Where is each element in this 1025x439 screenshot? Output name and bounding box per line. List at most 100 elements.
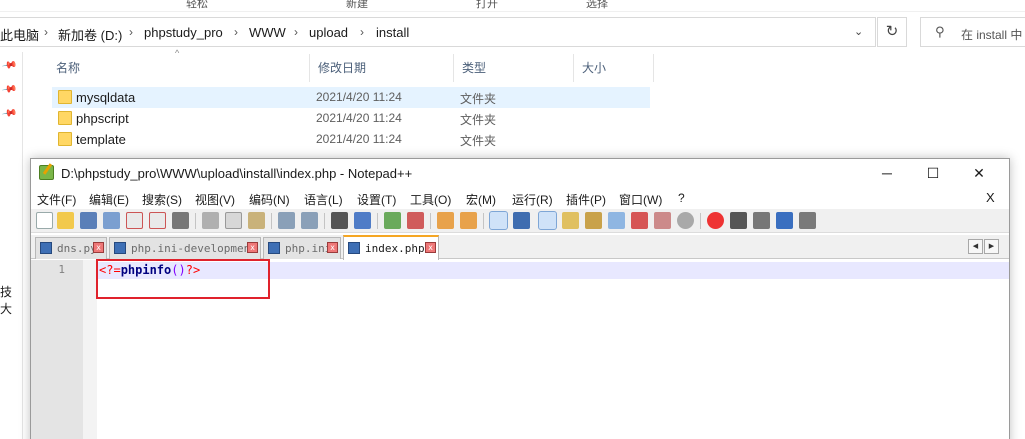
eye-icon[interactable] [677, 212, 694, 229]
tab-php-ini[interactable]: php.ini x [263, 237, 341, 259]
copy-icon[interactable] [225, 212, 242, 229]
file-name: template [76, 132, 126, 147]
menu-plugins[interactable]: 插件(P) [566, 191, 606, 208]
breadcrumb-www[interactable]: WWW [249, 25, 286, 40]
ribbon-item[interactable]: 选择 [586, 0, 608, 11]
breadcrumb-install[interactable]: install [376, 25, 409, 40]
tab-index-php[interactable]: index.php x [343, 235, 439, 260]
chevron-right-icon[interactable]: › [129, 25, 133, 39]
sync-horizontal-icon[interactable] [460, 212, 477, 229]
sync-vertical-icon[interactable] [437, 212, 454, 229]
column-header-date[interactable]: 修改日期 [310, 54, 454, 82]
breadcrumb-phpstudy[interactable]: phpstudy_pro [144, 25, 223, 40]
open-file-icon[interactable] [57, 212, 74, 229]
refresh-button[interactable]: ↻ [877, 17, 907, 47]
file-type: 文件夹 [460, 134, 497, 148]
column-header-type[interactable]: 类型 [454, 54, 574, 82]
menu-language[interactable]: 语言(L) [304, 191, 343, 208]
tab-scroll-left-icon[interactable]: ◀ [968, 239, 983, 254]
breadcrumb-this-pc[interactable]: 此电脑 [0, 25, 39, 44]
menu-help[interactable]: ? [678, 191, 685, 205]
maximize-button[interactable]: ☐ [910, 159, 956, 187]
menu-file[interactable]: 文件(F) [37, 191, 76, 208]
function-list-icon[interactable] [608, 212, 625, 229]
file-row[interactable]: phpscript 2021/4/20 11:24 文件夹 [52, 108, 650, 129]
monitoring-icon[interactable] [654, 212, 671, 229]
record-macro-icon[interactable] [707, 212, 724, 229]
search-placeholder: 在 install 中 [961, 28, 1023, 42]
save-icon[interactable] [80, 212, 97, 229]
redo-icon[interactable] [301, 212, 318, 229]
chevron-right-icon[interactable]: › [294, 25, 298, 39]
menu-edit[interactable]: 编辑(E) [89, 191, 129, 208]
menu-close-document[interactable]: X [986, 190, 995, 205]
file-name: mysqldata [76, 90, 136, 105]
user-language-icon[interactable] [562, 212, 579, 229]
close-tab-icon[interactable]: x [425, 242, 436, 253]
title-bar[interactable]: D:\phpstudy_pro\WWW\upload\install\index… [31, 159, 1009, 187]
close-button[interactable]: ✕ [956, 159, 1002, 187]
pin-icon[interactable]: 📌 [1, 105, 18, 121]
tab-label: php.ini [285, 242, 332, 255]
tab-scroll-right-icon[interactable]: ▶ [984, 239, 999, 254]
undo-icon[interactable] [278, 212, 295, 229]
zoom-out-icon[interactable] [407, 212, 424, 229]
nav-item-label[interactable]: 技大 [0, 283, 22, 317]
save-all-icon[interactable] [103, 212, 120, 229]
menu-settings[interactable]: 设置(T) [357, 191, 396, 208]
menu-view[interactable]: 视图(V) [195, 191, 235, 208]
document-map-icon[interactable] [585, 212, 602, 229]
tab-dns-py[interactable]: dns.py x [35, 237, 107, 259]
close-tab-icon[interactable]: x [327, 242, 338, 253]
pin-icon[interactable]: 📌 [1, 57, 18, 73]
folder-as-workspace-icon[interactable] [631, 212, 648, 229]
breadcrumb-upload[interactable]: upload [309, 25, 348, 40]
chevron-right-icon[interactable]: › [44, 25, 48, 39]
column-header-size[interactable]: 大小 [574, 54, 654, 82]
breadcrumb-drive[interactable]: 新加卷 (D:) [58, 25, 122, 44]
close-tab-icon[interactable]: x [247, 242, 258, 253]
menu-bar: 文件(F) 编辑(E) 搜索(S) 视图(V) 编码(N) 语言(L) 设置(T… [31, 187, 1009, 209]
fold-margin[interactable] [83, 260, 97, 439]
find-icon[interactable] [331, 212, 348, 229]
ribbon-item[interactable]: 轻松 [186, 0, 208, 11]
file-row[interactable]: template 2021/4/20 11:24 文件夹 [52, 129, 650, 150]
word-wrap-icon[interactable] [489, 211, 508, 230]
editor-area[interactable]: 1 <?=phpinfo()?> [31, 259, 1009, 439]
minimize-button[interactable]: ─ [864, 159, 910, 187]
menu-macro[interactable]: 宏(M) [466, 191, 496, 208]
zoom-in-icon[interactable] [384, 212, 401, 229]
tab-php-ini-development[interactable]: php.ini-development x [109, 237, 261, 259]
ribbon-item[interactable]: 打开 [476, 0, 498, 11]
save-macro-icon[interactable] [799, 212, 816, 229]
close-all-icon[interactable] [149, 212, 166, 229]
menu-encoding[interactable]: 编码(N) [249, 191, 290, 208]
menu-tools[interactable]: 工具(O) [410, 191, 451, 208]
search-input[interactable]: ⚲ 在 install 中 [920, 17, 1025, 47]
menu-window[interactable]: 窗口(W) [619, 191, 662, 208]
new-file-icon[interactable] [36, 212, 53, 229]
address-bar[interactable]: 此电脑 › 新加卷 (D:) › phpstudy_pro › WWW › up… [0, 17, 876, 47]
paste-icon[interactable] [248, 212, 265, 229]
stop-macro-icon[interactable] [730, 212, 747, 229]
cut-icon[interactable] [202, 212, 219, 229]
close-tab-icon[interactable]: x [93, 242, 104, 253]
show-all-characters-icon[interactable] [513, 212, 530, 229]
chevron-right-icon[interactable]: › [234, 25, 238, 39]
menu-search[interactable]: 搜索(S) [142, 191, 182, 208]
replace-icon[interactable] [354, 212, 371, 229]
chevron-down-icon[interactable]: ⌄ [854, 25, 863, 38]
pin-icon[interactable]: 📌 [1, 81, 18, 97]
column-header-name[interactable]: 名称 [48, 54, 310, 82]
tab-label: index.php [365, 242, 425, 255]
tab-label: dns.py [57, 242, 97, 255]
print-icon[interactable] [172, 212, 189, 229]
indent-guide-icon[interactable] [538, 211, 557, 230]
menu-run[interactable]: 运行(R) [512, 191, 553, 208]
ribbon-item[interactable]: 新建 [346, 0, 368, 11]
file-row[interactable]: mysqldata 2021/4/20 11:24 文件夹 [52, 87, 650, 108]
close-file-icon[interactable] [126, 212, 143, 229]
chevron-right-icon[interactable]: › [360, 25, 364, 39]
play-macro-icon[interactable] [753, 212, 770, 229]
run-macro-multiple-icon[interactable] [776, 212, 793, 229]
